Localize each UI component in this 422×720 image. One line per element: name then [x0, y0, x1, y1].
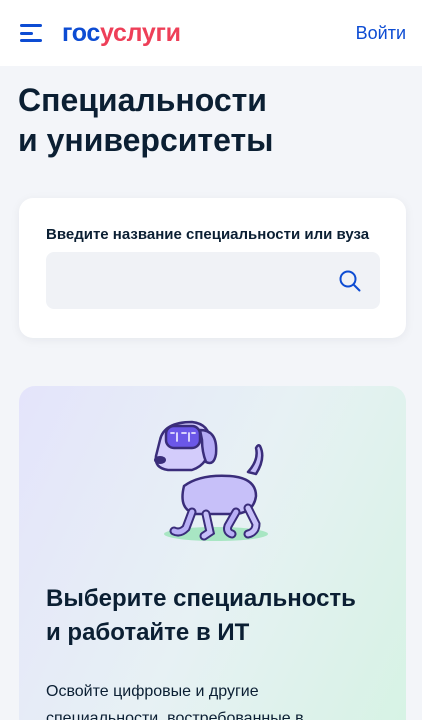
logo-part-uslugi: услуги [100, 18, 181, 47]
logo-part-gos: гос [62, 18, 101, 47]
promo-card[interactable]: Выберите специальность и работайте в ИТ … [19, 386, 406, 720]
search-icon[interactable] [338, 269, 362, 293]
promo-text-line2: специальности, востребованные в [46, 710, 304, 720]
page-title-line1: Специальности [18, 82, 267, 118]
gosuslugi-logo[interactable]: госуслуги [62, 18, 181, 47]
login-link[interactable]: Войти [356, 23, 406, 44]
search-label: Введите название специальности или вуза [46, 226, 370, 243]
top-header: госуслуги Войти [0, 0, 422, 66]
promo-title-line2: и работайте в ИТ [46, 619, 250, 646]
search-box[interactable] [46, 252, 380, 309]
page-title-line2: и университеты [18, 122, 274, 158]
promo-description: Освойте цифровые и другие специальности,… [46, 678, 386, 720]
promo-text-line1: Освойте цифровые и другие [46, 683, 259, 700]
search-card: Введите название специальности или вуза [19, 198, 406, 338]
robot-dog-illustration [154, 420, 268, 541]
promo-title-line1: Выберите специальность [46, 585, 356, 612]
menu-icon[interactable] [20, 24, 42, 42]
page-title: Специальности и университеты [18, 80, 408, 160]
promo-title: Выберите специальность и работайте в ИТ [46, 582, 386, 650]
search-input[interactable] [46, 252, 326, 309]
